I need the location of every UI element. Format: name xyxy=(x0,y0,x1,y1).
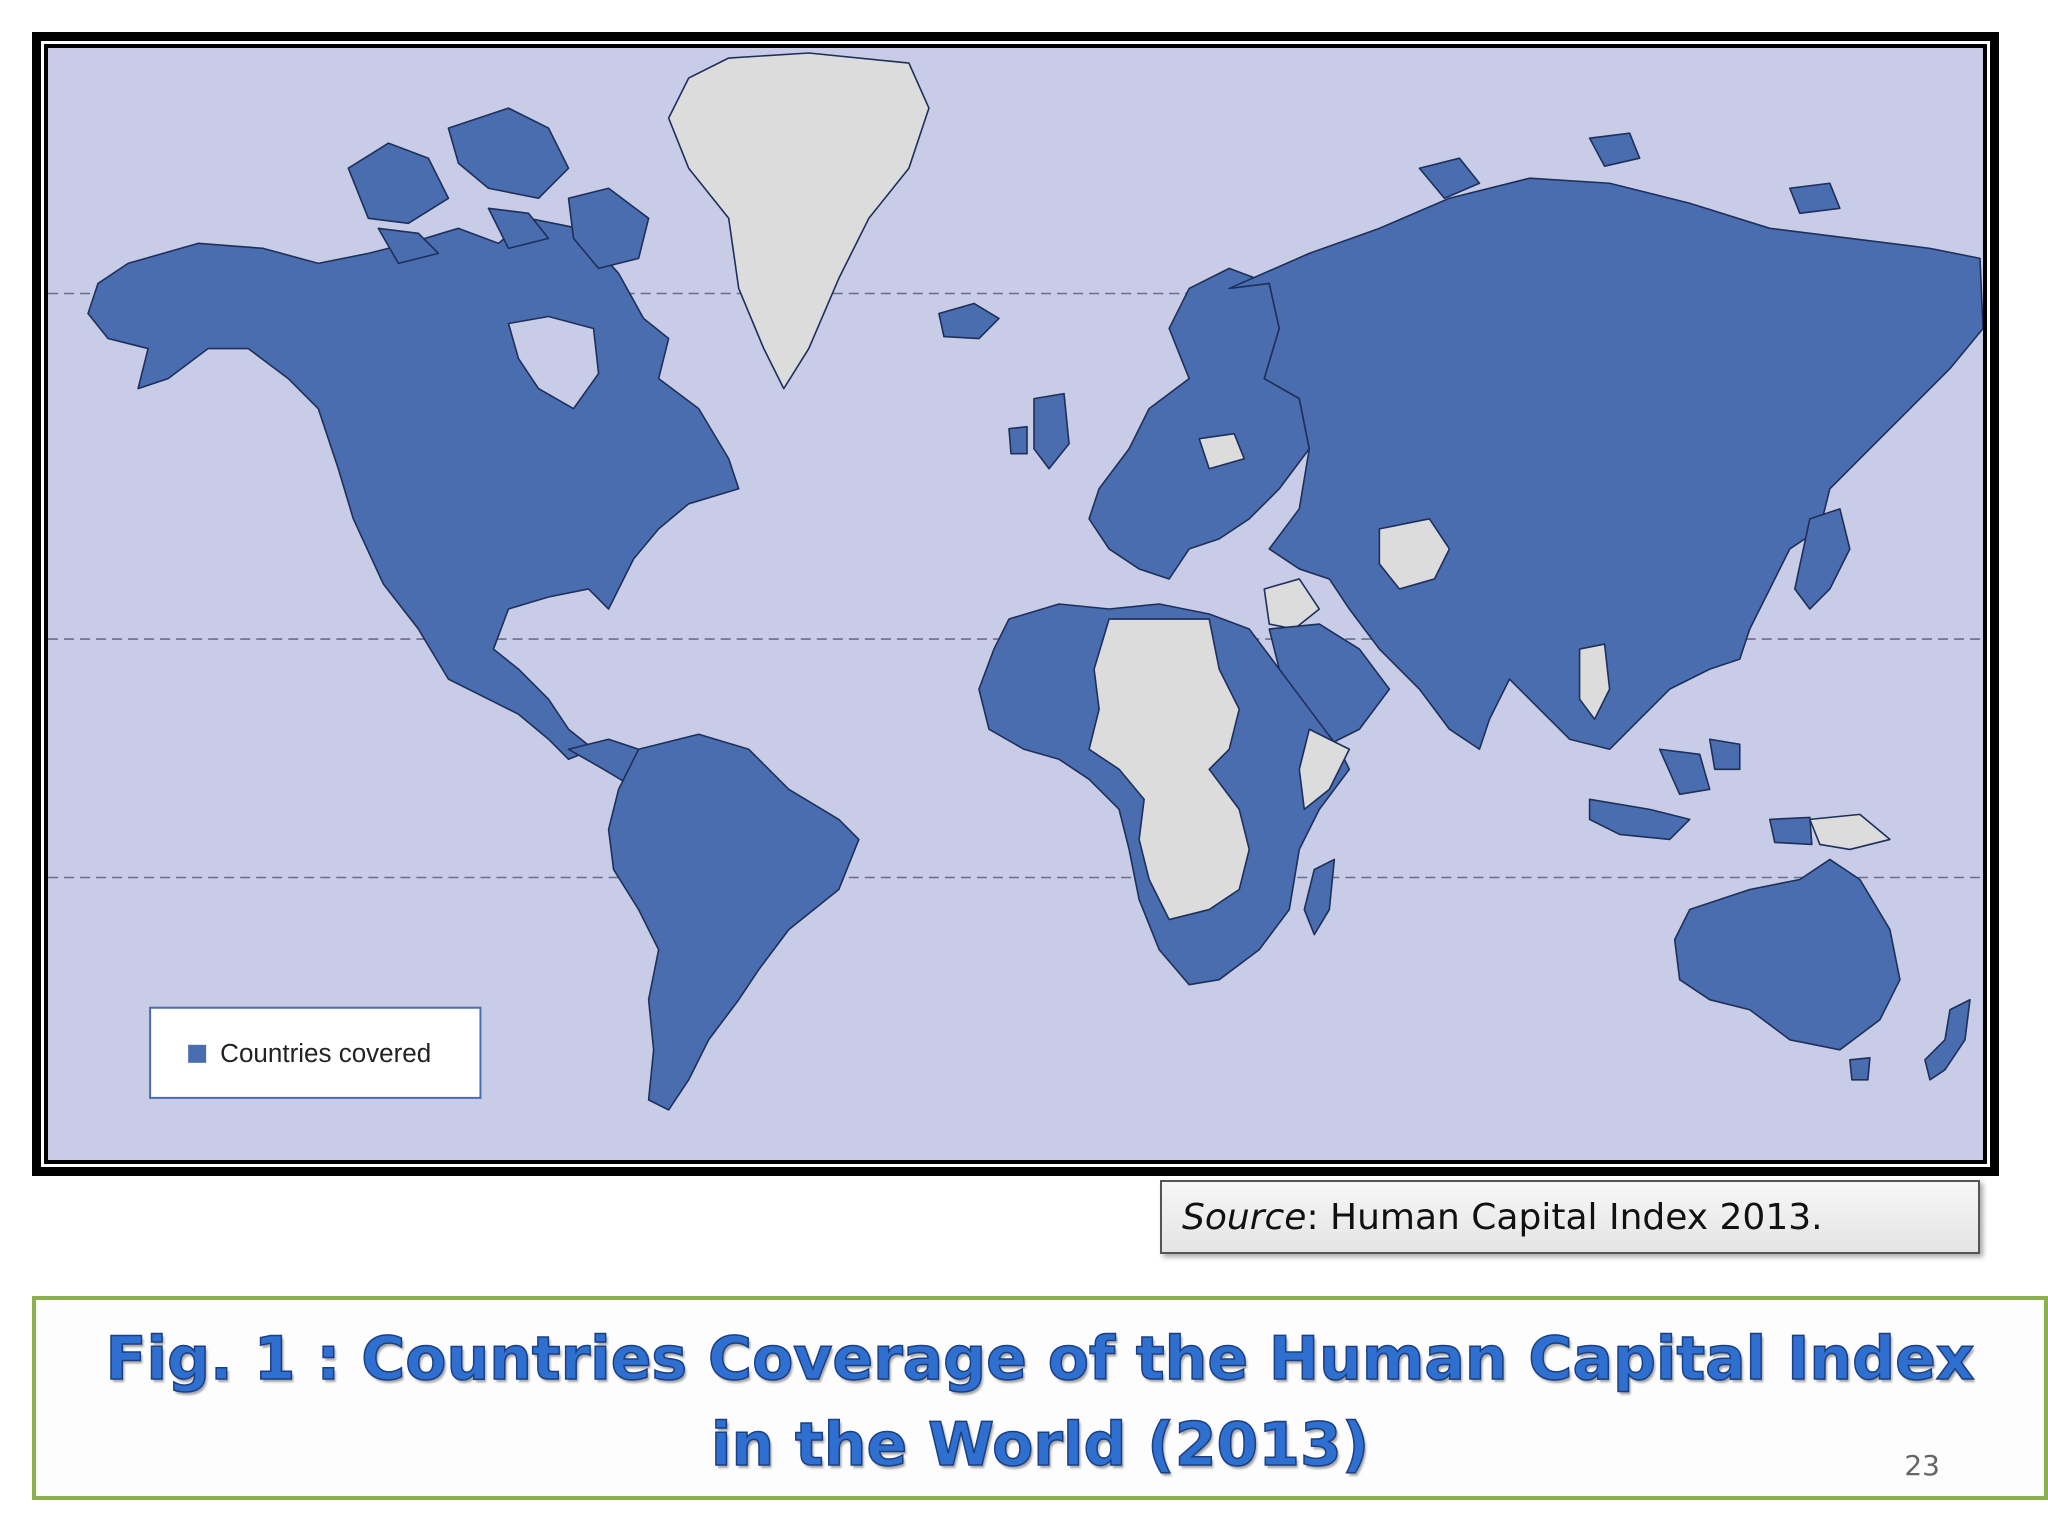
region-south-america xyxy=(607,733,860,1111)
figure-caption: Fig. 1 : Countries Coverage of the Human… xyxy=(105,1323,1975,1481)
region-west-papua xyxy=(1768,816,1813,846)
world-map: Countries covered xyxy=(48,48,1983,1160)
region-british-isles xyxy=(1008,392,1070,470)
caption-box: Fig. 1 : Countries Coverage of the Human… xyxy=(32,1296,2048,1500)
map-legend: Countries covered xyxy=(149,1006,482,1099)
region-tasmania xyxy=(1849,1057,1871,1081)
source-text: : Human Capital Index 2013. xyxy=(1306,1196,1823,1238)
legend-label: Countries covered xyxy=(220,1038,431,1068)
landmasses xyxy=(87,52,1983,1111)
region-new-zealand xyxy=(1924,998,1971,1081)
region-middle-east xyxy=(1263,578,1321,630)
region-iceland xyxy=(938,302,1000,340)
page-number: 23 xyxy=(1904,1449,1940,1482)
region-indonesia xyxy=(1588,738,1741,841)
region-papua xyxy=(1809,813,1891,851)
region-north-america xyxy=(87,217,740,761)
region-australia xyxy=(1673,858,1901,1051)
map-frame: Countries covered xyxy=(32,32,1999,1176)
region-madagascar xyxy=(1303,858,1336,936)
legend-swatch xyxy=(188,1044,207,1063)
source-box: Source: Human Capital Index 2013. xyxy=(1160,1180,1980,1254)
source-label: Source xyxy=(1182,1196,1307,1238)
region-greenland xyxy=(667,52,930,390)
